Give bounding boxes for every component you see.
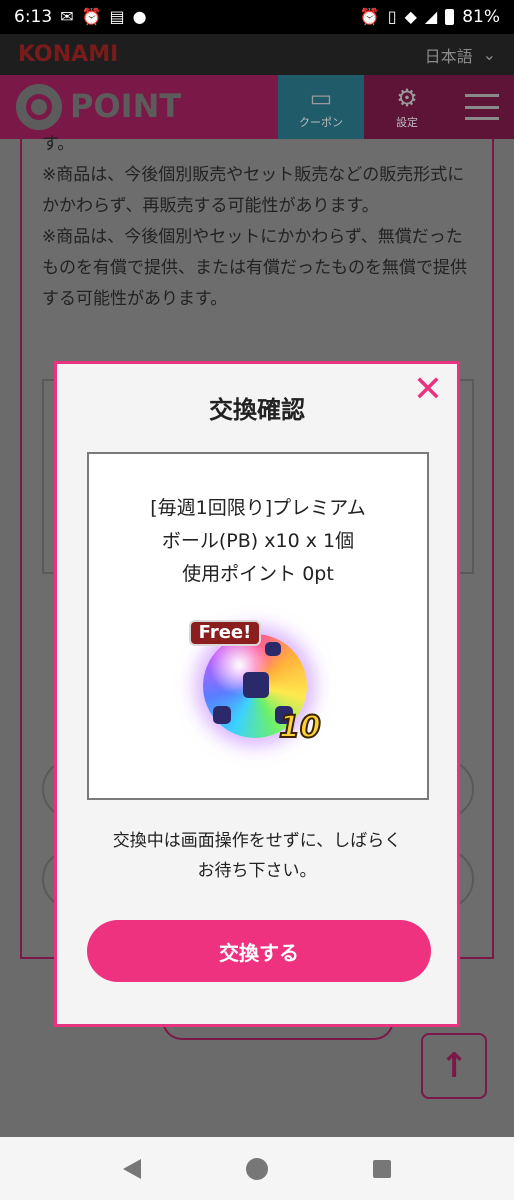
menu-icon	[465, 94, 499, 120]
coupon-label: クーポン	[299, 116, 343, 129]
item-card: [毎週1回限り]プレミアム ボール(PB) x10 x 1個 使用ポイント 0p…	[87, 452, 429, 800]
premium-ball-image: Free! 10	[189, 620, 329, 750]
notice-line2: お待ち下さい。	[197, 861, 317, 881]
note-2: ※商品は、今後個別やセットにかかわらず、無償だったものを有償で提供、または有償だ…	[42, 227, 467, 309]
battery-percent: 81%	[462, 7, 500, 27]
gear-icon: ⚙	[396, 84, 418, 112]
logo-text[interactable]: POINT	[70, 87, 181, 125]
news-icon: ▤	[109, 7, 125, 26]
content-fragment: す。	[42, 134, 75, 154]
wait-notice: 交換中は画面操作をせずに、しばらく お待ち下さい。	[57, 826, 457, 886]
status-bar: 6:13 ✉ ⏰ ▤ ● ⏰ ▯ ◆ ◢ 81%	[0, 0, 514, 34]
exchange-button[interactable]: 交換する	[87, 920, 431, 982]
home-icon[interactable]	[245, 1157, 268, 1180]
alarm-icon: ⏰	[359, 7, 380, 26]
dialog-title: 交換確認	[209, 396, 305, 424]
arrow-up-icon: ↑	[439, 1046, 469, 1086]
safe-icon: ●	[132, 7, 147, 26]
system-nav-bar	[0, 1137, 514, 1200]
free-badge: Free!	[189, 620, 261, 646]
konami-logo[interactable]: KONAMI	[18, 42, 118, 67]
language-selector[interactable]: 日本語 ⌄	[425, 43, 496, 67]
vibrate-icon: ▯	[387, 7, 397, 26]
item-description: [毎週1回限り]プレミアム ボール(PB) x10 x 1個 使用ポイント 0p…	[89, 492, 427, 591]
alarm-icon: ⏰	[81, 7, 102, 26]
quantity-badge: 10	[278, 709, 322, 746]
recents-icon[interactable]	[373, 1159, 392, 1178]
mail-icon: ✉	[60, 7, 74, 26]
exchange-confirm-dialog: ✕ 交換確認 [毎週1回限り]プレミアム ボール(PB) x10 x 1個 使用…	[54, 361, 460, 1027]
chevron-down-icon: ⌄	[482, 45, 496, 64]
scroll-top-button[interactable]: ↑	[421, 1033, 487, 1099]
language-label: 日本語	[424, 46, 473, 66]
battery-icon	[445, 9, 455, 25]
notice-line1: 交換中は画面操作をせずに、しばらく	[112, 831, 402, 851]
signal-icon: ◢	[424, 7, 438, 26]
epoint-logo-icon	[16, 84, 62, 130]
konami-bar: KONAMI 日本語 ⌄	[0, 34, 514, 75]
item-points: 使用ポイント 0pt	[182, 563, 334, 585]
status-time: 6:13	[14, 7, 53, 27]
note-1: ※商品は、今後個別販売やセット販売などの販売形式にかかわらず、再販売する可能性が…	[42, 165, 465, 216]
back-icon[interactable]	[122, 1158, 141, 1179]
item-name-line1: [毎週1回限り]プレミアム	[150, 497, 366, 519]
wifi-icon: ◆	[404, 7, 417, 26]
item-name-line2: ボール(PB) x10 x 1個	[161, 530, 355, 552]
settings-label: 設定	[396, 116, 418, 129]
ticket-icon: ▭	[309, 84, 333, 112]
